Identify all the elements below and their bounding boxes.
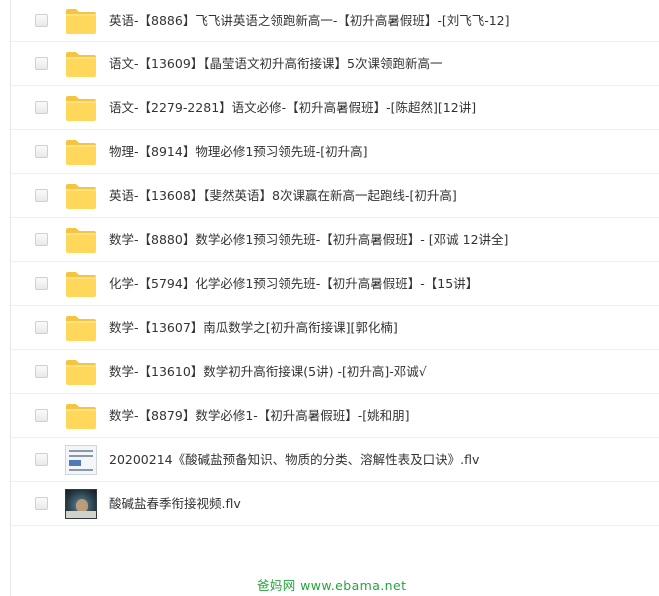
folder-icon [65, 226, 97, 254]
list-item[interactable]: 20200214《酸碱盐预备知识、物质的分类、溶解性表及口诀》.flv [11, 438, 659, 482]
file-name[interactable]: 语文-【13609】【晶莹语文初升高衔接课】5次课领跑新高一 [109, 56, 442, 72]
folder-icon [65, 182, 97, 210]
select-checkbox[interactable] [35, 320, 48, 334]
select-checkbox[interactable] [35, 100, 48, 114]
list-footer: 爸妈网 www.ebama.net [11, 536, 659, 596]
watermark-text: 爸妈网 www.ebama.net [257, 578, 407, 593]
file-list: 英语-【8886】飞飞讲英语之领跑新高一-【初升高暑假班】-[刘飞飞-12] 语… [11, 0, 659, 526]
list-item[interactable]: 物理-【8914】物理必修1预习领先班-[初升高] [11, 130, 659, 174]
select-checkbox[interactable] [35, 452, 48, 466]
list-item[interactable]: 英语-【8886】飞飞讲英语之领跑新高一-【初升高暑假班】-[刘飞飞-12] [11, 0, 659, 42]
select-checkbox[interactable] [35, 276, 48, 290]
folder-icon [65, 7, 97, 35]
list-item[interactable]: 数学-【8879】数学必修1-【初升高暑假班】-[姚和朋] [11, 394, 659, 438]
file-name[interactable]: 20200214《酸碱盐预备知识、物质的分类、溶解性表及口诀》.flv [109, 452, 479, 468]
file-name[interactable]: 数学-【13607】南瓜数学之[初升高衔接课][郭化楠] [109, 320, 398, 336]
select-checkbox[interactable] [35, 496, 48, 510]
video-thumbnail-icon [65, 444, 97, 475]
file-name[interactable]: 语文-【2279-2281】语文必修-【初升高暑假班】-[陈超然][12讲] [109, 100, 476, 116]
file-name[interactable]: 英语-【13608】【斐然英语】8次课赢在新高一起跑线-[初升高] [109, 188, 457, 204]
list-item[interactable]: 化学-【5794】化学必修1预习领先班-【初升高暑假班】-【15讲】 [11, 262, 659, 306]
folder-icon [65, 402, 97, 430]
list-item[interactable]: 数学-【13607】南瓜数学之[初升高衔接课][郭化楠] [11, 306, 659, 350]
folder-icon [65, 50, 97, 78]
list-item[interactable]: 语文-【13609】【晶莹语文初升高衔接课】5次课领跑新高一 [11, 42, 659, 86]
file-name[interactable]: 英语-【8886】飞飞讲英语之领跑新高一-【初升高暑假班】-[刘飞飞-12] [109, 13, 510, 29]
select-checkbox[interactable] [35, 56, 48, 70]
file-name[interactable]: 数学-【8880】数学必修1预习领先班-【初升高暑假班】- [邓诚 12讲全] [109, 232, 508, 248]
select-checkbox[interactable] [35, 13, 48, 27]
select-checkbox[interactable] [35, 364, 48, 378]
list-item[interactable]: 语文-【2279-2281】语文必修-【初升高暑假班】-[陈超然][12讲] [11, 86, 659, 130]
select-checkbox[interactable] [35, 408, 48, 422]
file-name[interactable]: 数学-【8879】数学必修1-【初升高暑假班】-[姚和朋] [109, 408, 410, 424]
file-name[interactable]: 化学-【5794】化学必修1预习领先班-【初升高暑假班】-【15讲】 [109, 276, 478, 292]
file-name[interactable]: 酸碱盐春季衔接视频.flv [109, 496, 241, 512]
file-name[interactable]: 数学-【13610】数学初升高衔接课(5讲) -[初升高]-邓诚√ [109, 364, 427, 380]
select-checkbox[interactable] [35, 188, 48, 202]
folder-icon [65, 138, 97, 166]
list-item[interactable]: 英语-【13608】【斐然英语】8次课赢在新高一起跑线-[初升高] [11, 174, 659, 218]
file-browser: 英语-【8886】飞飞讲英语之领跑新高一-【初升高暑假班】-[刘飞飞-12] 语… [0, 0, 659, 596]
list-item[interactable]: 酸碱盐春季衔接视频.flv [11, 482, 659, 526]
folder-icon [65, 358, 97, 386]
folder-icon [65, 314, 97, 342]
folder-icon [65, 270, 97, 298]
folder-icon [65, 94, 97, 122]
select-checkbox[interactable] [35, 144, 48, 158]
video-thumbnail-icon [65, 488, 97, 519]
list-item[interactable]: 数学-【8880】数学必修1预习领先班-【初升高暑假班】- [邓诚 12讲全] [11, 218, 659, 262]
file-name[interactable]: 物理-【8914】物理必修1预习领先班-[初升高] [109, 144, 368, 160]
select-checkbox[interactable] [35, 232, 48, 246]
list-item[interactable]: 数学-【13610】数学初升高衔接课(5讲) -[初升高]-邓诚√ [11, 350, 659, 394]
